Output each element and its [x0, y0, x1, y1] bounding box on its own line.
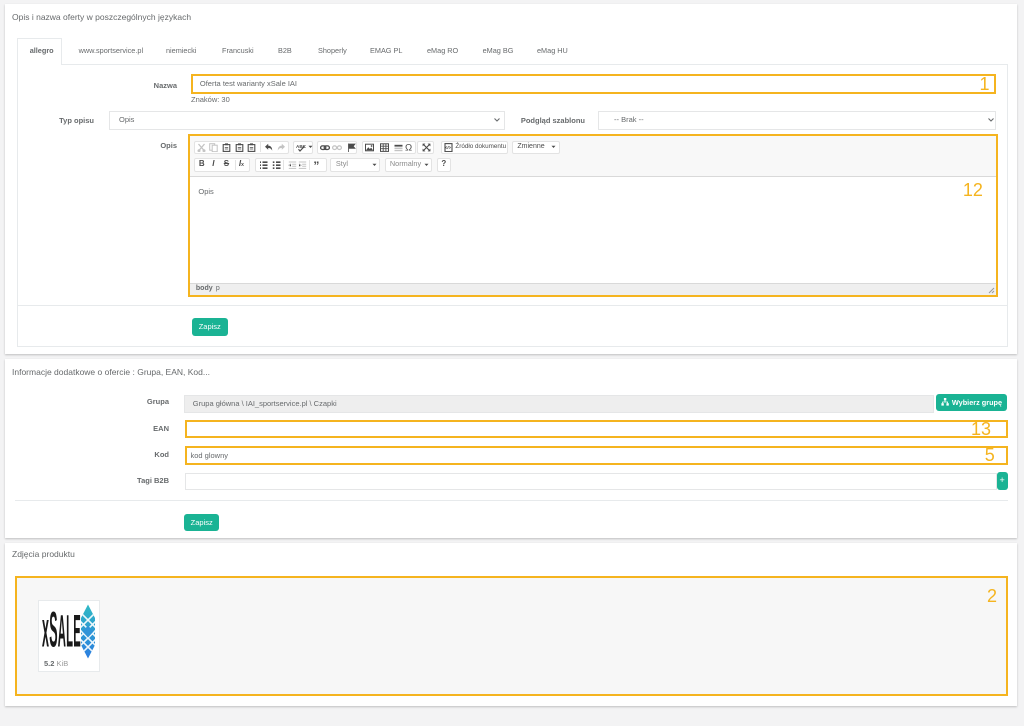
svg-text:ABC: ABC — [296, 144, 307, 149]
svg-text:xSALE: xSALE — [42, 601, 81, 657]
svg-text:Ω: Ω — [405, 143, 412, 152]
